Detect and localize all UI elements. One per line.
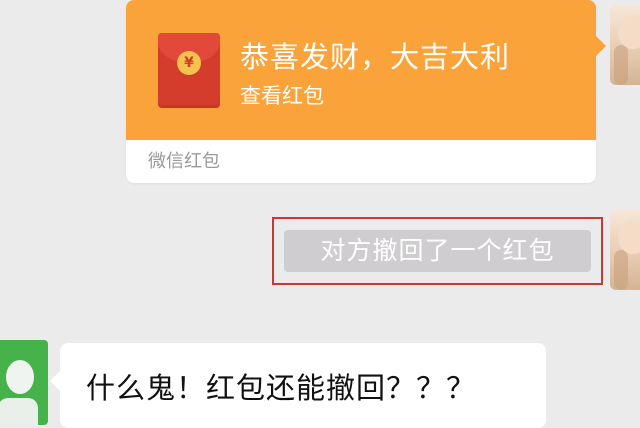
- red-packet-body[interactable]: ¥ 恭喜发财，大吉大利 查看红包: [126, 0, 606, 140]
- sender-avatar[interactable]: [610, 5, 640, 85]
- red-packet-message[interactable]: ¥ 恭喜发财，大吉大利 查看红包 微信红包: [126, 0, 606, 183]
- recall-highlight-box: 对方撤回了一个红包: [272, 217, 603, 285]
- view-red-packet-label: 查看红包: [240, 84, 324, 108]
- recall-notice: 对方撤回了一个红包: [284, 230, 591, 272]
- message-text: 什么鬼！红包还能撤回？？？: [86, 371, 477, 405]
- sender-avatar[interactable]: [610, 210, 640, 290]
- incoming-message-bubble[interactable]: 什么鬼！红包还能撤回？？？: [50, 343, 546, 428]
- receiver-avatar[interactable]: [0, 340, 48, 425]
- red-envelope-icon: ¥: [158, 33, 220, 108]
- red-packet-footer: 微信红包: [126, 140, 596, 183]
- coin-icon: ¥: [177, 51, 201, 75]
- red-packet-title: 恭喜发财，大吉大利: [240, 40, 511, 74]
